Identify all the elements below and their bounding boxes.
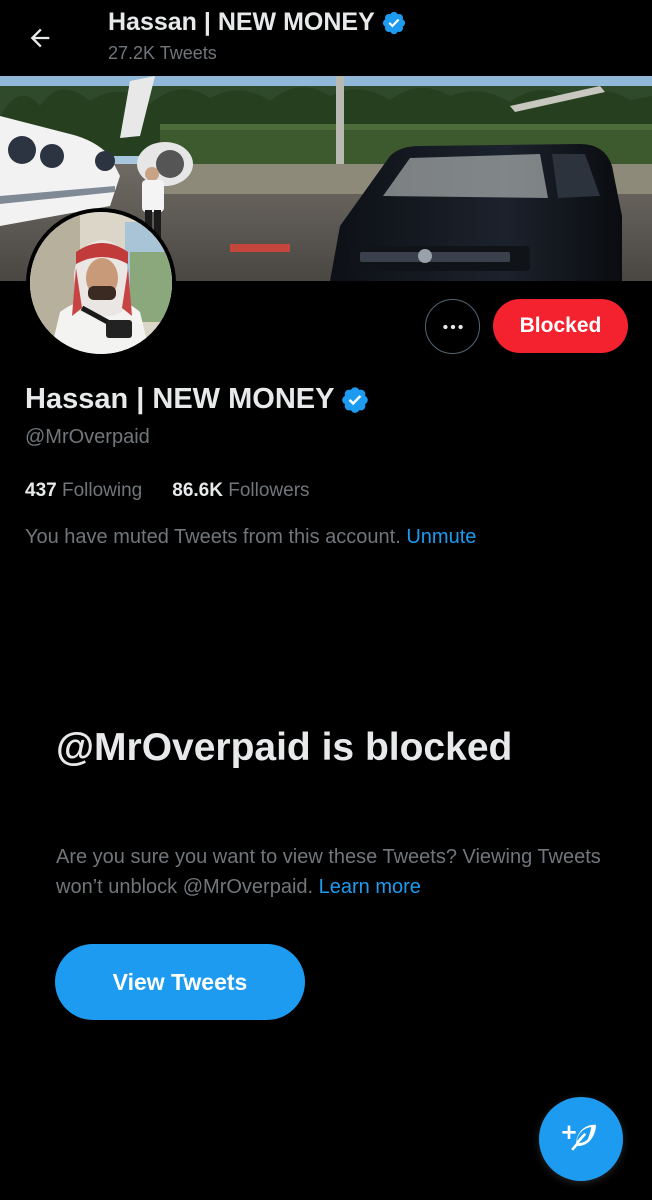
following-count: 437 [25, 480, 57, 501]
header-title-group: Hassan | NEW MONEY 27.2K Tweets [108, 8, 407, 64]
avatar-image [30, 212, 172, 354]
profile-name-row: Hassan | NEW MONEY [25, 383, 370, 416]
followers-label: Followers [228, 480, 310, 501]
compose-tweet-button[interactable] [539, 1097, 623, 1181]
learn-more-link[interactable]: Learn more [319, 876, 421, 898]
arrow-left-icon [30, 28, 50, 48]
blocked-title: @MrOverpaid is blocked [56, 726, 513, 769]
profile-handle: @MrOverpaid [25, 426, 150, 448]
followers-count: 86.6K [172, 480, 223, 501]
follow-stats: 437 Following 86.6K Followers [25, 480, 310, 502]
verified-badge-icon[interactable] [340, 385, 370, 415]
blocked-button[interactable]: Blocked [493, 299, 628, 353]
back-button[interactable] [18, 16, 62, 60]
header-title-row: Hassan | NEW MONEY [108, 8, 407, 37]
verified-badge-icon [382, 11, 405, 34]
profile-name: Hassan | NEW MONEY [25, 383, 335, 415]
blocked-description: Are you sure you want to view these Twee… [56, 842, 616, 902]
following-stat[interactable]: 437 Following [25, 480, 142, 502]
unmute-link[interactable]: Unmute [406, 526, 476, 548]
view-tweets-button[interactable]: View Tweets [55, 944, 305, 1020]
followers-stat[interactable]: 86.6K Followers [172, 480, 309, 502]
muted-notice: You have muted Tweets from this account.… [25, 526, 476, 549]
header-title: Hassan | NEW MONEY [108, 8, 375, 36]
compose-tweet-icon [562, 1124, 596, 1151]
muted-notice-text: You have muted Tweets from this account. [25, 526, 401, 548]
header-tweet-count: 27.2K Tweets [108, 43, 217, 63]
top-bar: Hassan | NEW MONEY 27.2K Tweets [0, 0, 652, 76]
more-icon [442, 324, 463, 329]
following-label: Following [61, 480, 143, 501]
avatar[interactable] [26, 208, 176, 358]
more-options-button[interactable] [425, 299, 480, 354]
